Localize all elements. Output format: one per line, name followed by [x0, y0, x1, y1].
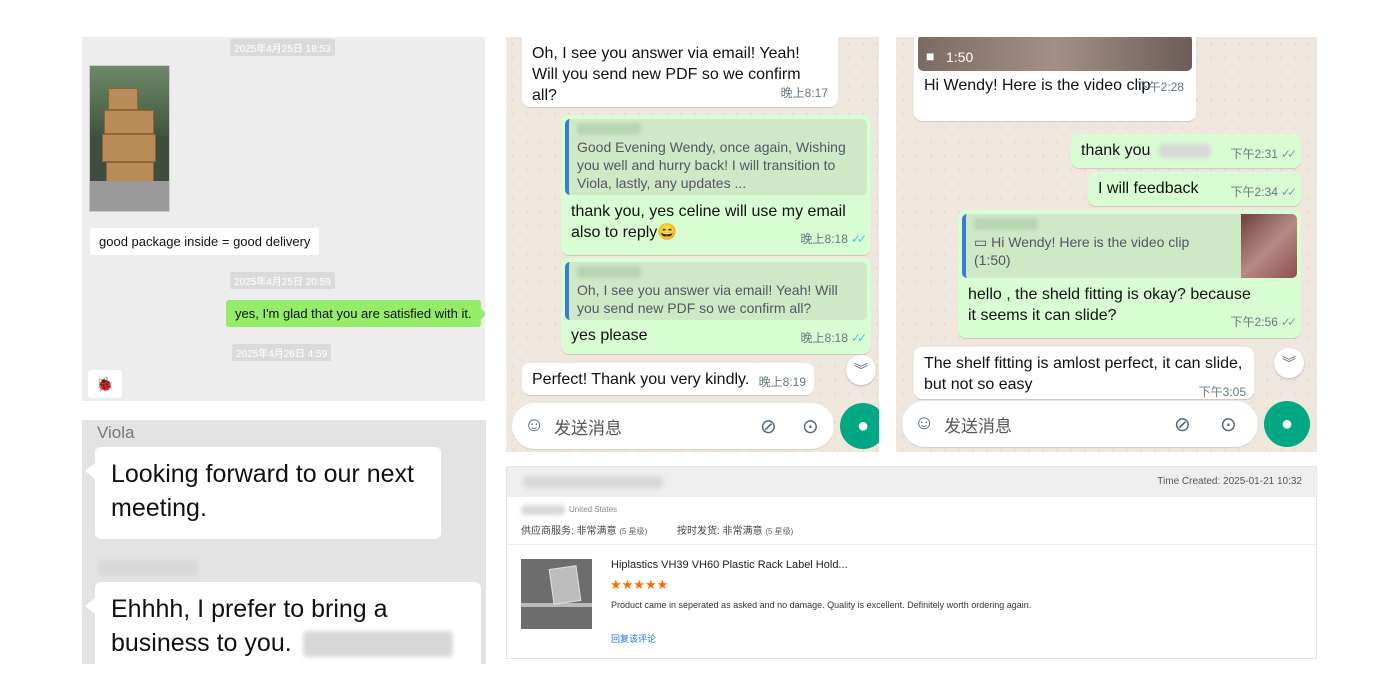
- delivery-photo[interactable]: [89, 65, 170, 212]
- ontime-label: 按时发货: 非常满意: [677, 526, 763, 537]
- received-video-message: ■ 1:50 Hi Wendy! Here is the video clip …: [914, 37, 1196, 121]
- video-thumbnail[interactable]: ■ 1:50: [918, 37, 1192, 71]
- timestamp: 2025年4月25日 20:59: [230, 272, 335, 289]
- sent-message: Oh, I see you answer via email! Yeah! Wi…: [561, 258, 871, 354]
- read-ticks-icon: ✓✓: [850, 331, 867, 345]
- mic-icon[interactable]: ●: [1264, 401, 1310, 447]
- read-ticks-icon: ✓✓: [1280, 315, 1297, 329]
- wechat-chat-panel: 2025年4月25日 18:53 good package inside = g…: [82, 37, 485, 401]
- buyer-country: United States: [569, 505, 618, 514]
- read-ticks-icon: ✓✓: [850, 232, 867, 246]
- video-duration: 1:50: [946, 49, 974, 65]
- reply-review-link[interactable]: 回复该评论: [611, 632, 656, 645]
- supplier-service-rating: 供应商服务: 非常满意 (5 星级): [521, 522, 647, 537]
- timestamp: 2025年4月25日 18:53: [230, 39, 335, 56]
- message-time: 晚上8:17: [780, 86, 828, 100]
- message-time: 下午3:05: [1198, 385, 1246, 399]
- attach-icon[interactable]: ⊘: [1174, 412, 1191, 437]
- message-time: 下午2:34 ✓✓: [1230, 182, 1298, 203]
- received-message: good package inside = good delivery: [90, 228, 320, 255]
- message-time: 晚上8:19: [758, 375, 806, 389]
- quoted-message[interactable]: Oh, I see you answer via email! Yeah! Wi…: [565, 262, 867, 320]
- read-ticks-icon: ✓✓: [1280, 185, 1297, 199]
- message-text: Perfect! Thank you very kindly.: [532, 371, 750, 388]
- quote-text: Good Evening Wendy, once again, Wishing …: [577, 139, 846, 191]
- video-icon: ▭: [974, 234, 992, 250]
- camera-icon[interactable]: ⊙: [802, 414, 819, 439]
- chevrons-down-icon[interactable]: ︾: [1274, 348, 1304, 378]
- received-message: Ehhhh, I prefer to bring a business to y…: [85, 582, 481, 664]
- message-time-text: 下午2:56: [1230, 315, 1278, 329]
- message-composer[interactable]: ☺ 发送消息 ⊘ ⊙: [902, 401, 1258, 447]
- video-icon: ■: [926, 48, 935, 64]
- received-message: Perfect! Thank you very kindly. 晚上8:19: [522, 363, 814, 395]
- message-text: Hi Wendy! Here is the video clip: [924, 77, 1151, 94]
- rating-level: (5 星级): [619, 527, 648, 536]
- star-rating: ★★★★★: [610, 577, 669, 592]
- product-image[interactable]: [521, 559, 592, 629]
- message-text: thank you: [1081, 142, 1151, 159]
- time-created: Time Created: 2025-01-21 10:32: [1157, 476, 1302, 487]
- video-thumbnail: [1241, 214, 1297, 278]
- message-time: 晚上8:18 ✓✓: [800, 229, 868, 250]
- message-text: hello , the sheld fitting is okay? becau…: [968, 286, 1251, 324]
- message-text: yes please: [571, 327, 648, 344]
- received-message: The shelf fitting is amlost perfect, it …: [914, 347, 1254, 399]
- emoji-icon[interactable]: ☺: [914, 412, 934, 435]
- quote-text: Hi Wendy! Here is the video clip (1:50): [974, 234, 1190, 268]
- message-time: 晚上8:18 ✓✓: [800, 328, 868, 349]
- blurred-order-id: [523, 476, 663, 488]
- whatsapp-chat-panel-2: ■ 1:50 Hi Wendy! Here is the video clip …: [896, 37, 1317, 452]
- message-time-text: 晚上8:18: [800, 232, 848, 246]
- message-time-text: 下午2:31: [1230, 147, 1278, 161]
- sent-message: yes, I'm glad that you are satisfied wit…: [226, 300, 485, 327]
- quote-text: Oh, I see you answer via email! Yeah! Wi…: [577, 282, 838, 316]
- quoted-message[interactable]: Good Evening Wendy, once again, Wishing …: [565, 119, 867, 195]
- review-card: Time Created: 2025-01-21 10:32 United St…: [506, 466, 1317, 659]
- blurred-sender-name: [98, 560, 198, 576]
- sent-message: I will feedback 下午2:34 ✓✓: [1088, 172, 1301, 206]
- quoted-message[interactable]: ▭ Hi Wendy! Here is the video clip (1:50…: [962, 214, 1297, 278]
- blurred-name: [1158, 143, 1211, 158]
- message-time-text: 晚上8:18: [800, 331, 848, 345]
- emoji-icon[interactable]: ☺: [524, 414, 544, 437]
- message-composer[interactable]: ☺ 发送消息 ⊘ ⊙: [512, 403, 834, 449]
- product-title[interactable]: Hiplastics VH39 VH60 Plastic Rack Label …: [611, 559, 848, 571]
- review-text: Product came in seperated as asked and n…: [611, 600, 1032, 610]
- large-chat-panel: Viola Looking forward to our next meetin…: [82, 420, 486, 664]
- read-ticks-icon: ✓✓: [1280, 147, 1297, 161]
- sent-message: thank you 下午2:31 ✓✓: [1071, 134, 1301, 168]
- blurred-buyer-name: [521, 505, 565, 515]
- received-message: Oh, I see you answer via email! Yeah! Wi…: [522, 37, 838, 107]
- sender-name: Viola: [97, 423, 135, 442]
- mic-icon[interactable]: ●: [840, 403, 879, 449]
- whatsapp-chat-panel-1: Oh, I see you answer via email! Yeah! Wi…: [506, 37, 879, 452]
- ladybug-emoji-message: 🐞: [88, 370, 122, 398]
- sent-message: ▭ Hi Wendy! Here is the video clip (1:50…: [958, 210, 1301, 338]
- message-time: 下午2:28: [1136, 80, 1184, 94]
- message-text: I will feedback: [1098, 180, 1199, 197]
- message-time: 下午2:56 ✓✓: [1230, 312, 1298, 333]
- composer-placeholder: 发送消息: [944, 417, 1012, 436]
- received-message: Looking forward to our next meeting.: [85, 447, 441, 539]
- message-time-text: 下午2:34: [1230, 185, 1278, 199]
- timestamp: 2025年4月26日 4:59: [232, 344, 332, 361]
- attach-icon[interactable]: ⊘: [760, 414, 777, 439]
- blurred-name: [302, 631, 453, 658]
- message-text: The shelf fitting is amlost perfect, it …: [924, 355, 1243, 393]
- composer-placeholder: 发送消息: [554, 419, 622, 438]
- sent-message: Good Evening Wendy, once again, Wishing …: [561, 115, 871, 255]
- chevrons-down-icon[interactable]: ︾: [846, 355, 876, 385]
- message-time: 下午2:31 ✓✓: [1230, 144, 1298, 165]
- divider: [507, 544, 1316, 545]
- camera-icon[interactable]: ⊙: [1220, 412, 1237, 437]
- supplier-service-label: 供应商服务: 非常满意: [521, 526, 617, 537]
- message-text: Oh, I see you answer via email! Yeah! Wi…: [532, 45, 801, 104]
- rating-level: (5 星级): [765, 527, 794, 536]
- review-header: Time Created: 2025-01-21 10:32: [507, 467, 1316, 497]
- ontime-shipping-rating: 按时发货: 非常满意 (5 星级): [677, 522, 793, 537]
